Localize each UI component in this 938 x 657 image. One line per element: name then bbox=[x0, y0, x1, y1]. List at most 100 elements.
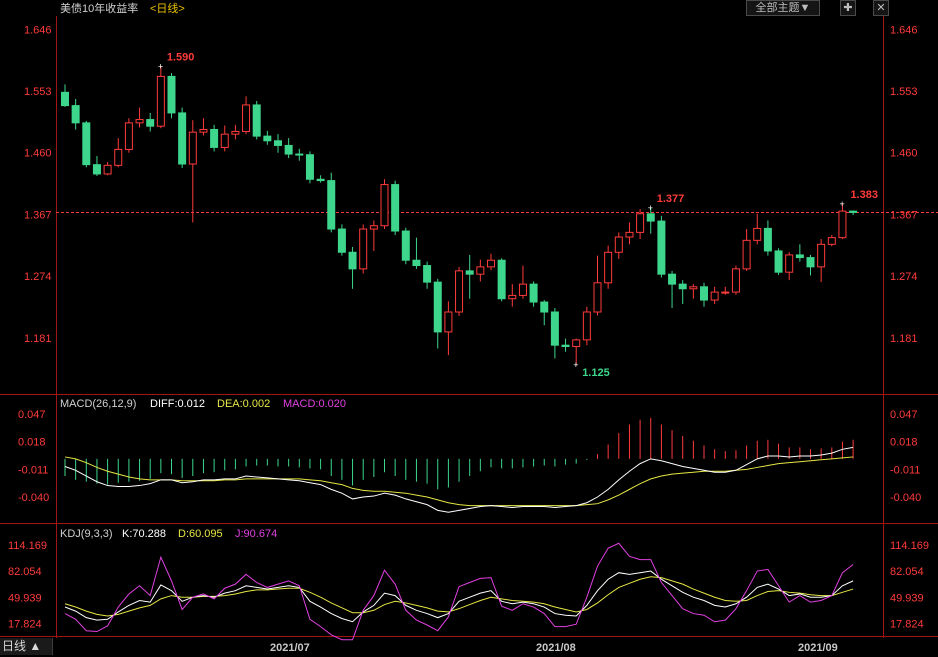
candle-body bbox=[774, 250, 783, 273]
candle-body bbox=[61, 91, 69, 107]
candle-body bbox=[593, 282, 602, 313]
candle-body bbox=[795, 254, 804, 259]
candle-body bbox=[678, 283, 687, 290]
candle-body bbox=[284, 144, 293, 155]
macd-tick-left: 0.018 bbox=[18, 437, 46, 449]
candle-body bbox=[156, 75, 165, 127]
candle-body bbox=[359, 228, 368, 270]
macd-series bbox=[64, 417, 854, 513]
candle-body bbox=[540, 301, 549, 313]
kdj-tick-right: 49.939 bbox=[890, 592, 924, 604]
candle-body bbox=[188, 131, 197, 165]
extreme-marker: + bbox=[648, 203, 653, 213]
macd-tick-right: -0.040 bbox=[890, 492, 921, 504]
candle-body bbox=[178, 112, 187, 165]
price-tick-right: 1.646 bbox=[890, 24, 918, 36]
extreme-marker: + bbox=[573, 360, 578, 370]
macd-tick-left: 0.047 bbox=[18, 409, 46, 421]
extreme-marker: + bbox=[839, 199, 844, 209]
candlestick-series bbox=[61, 66, 858, 366]
price-tick-left: 1.646 bbox=[24, 24, 52, 36]
candle-body bbox=[646, 213, 655, 222]
candle-body bbox=[508, 294, 517, 300]
macd-tick-right: 0.047 bbox=[890, 409, 918, 421]
price-tick-left: 1.553 bbox=[24, 86, 52, 98]
candle-body bbox=[668, 273, 677, 285]
price-tick-left: 1.181 bbox=[24, 333, 52, 345]
x-label-jul: 2021/07 bbox=[270, 642, 310, 654]
candle-body bbox=[636, 213, 645, 233]
candle-body bbox=[572, 339, 581, 348]
candle-body bbox=[274, 140, 282, 146]
candle-body bbox=[710, 291, 719, 301]
candle-body bbox=[348, 251, 357, 270]
candle-body bbox=[444, 311, 453, 333]
candle-body bbox=[401, 230, 410, 261]
candle-body bbox=[412, 259, 421, 267]
candle-body bbox=[497, 259, 506, 300]
candle-body bbox=[731, 268, 740, 293]
period-label[interactable]: <日线> bbox=[150, 1, 185, 15]
high-annotation-1: 1.590 bbox=[167, 51, 195, 63]
candle-body bbox=[337, 228, 346, 253]
candle-body bbox=[252, 104, 261, 137]
candle-body bbox=[529, 283, 538, 303]
candle-body bbox=[582, 311, 591, 341]
candle-body bbox=[625, 231, 634, 238]
candle-body bbox=[305, 154, 314, 180]
high-annotation-2: 1.377 bbox=[657, 193, 685, 205]
kdj-tick-right: 17.824 bbox=[890, 619, 924, 631]
candle-body bbox=[753, 227, 762, 241]
kdj-tick-left: 17.824 bbox=[8, 619, 42, 631]
chart-title: 美债10年收益率 bbox=[60, 1, 138, 15]
candle-body bbox=[838, 210, 847, 239]
candle-body bbox=[210, 129, 219, 148]
period-tab[interactable]: 日线 ▲ bbox=[0, 638, 53, 655]
x-label-sep: 2021/09 bbox=[798, 642, 838, 654]
candle-body bbox=[71, 105, 80, 124]
kdj-name: KDJ(9,3,3) bbox=[60, 528, 113, 540]
candle-body bbox=[263, 135, 272, 142]
candle-body bbox=[700, 286, 708, 301]
candle-body bbox=[146, 119, 155, 127]
extreme-marker: + bbox=[158, 61, 163, 71]
pin-icon[interactable]: ✚ bbox=[840, 0, 856, 16]
kdj-tick-left: 49.939 bbox=[8, 592, 42, 604]
price-tick-right: 1.553 bbox=[890, 86, 918, 98]
close-icon[interactable]: ✕ bbox=[873, 0, 889, 16]
candle-body bbox=[231, 130, 240, 135]
last-annotation: 1.383 bbox=[850, 189, 878, 201]
candle-body bbox=[220, 133, 229, 148]
kdj-tick-right: 114.169 bbox=[890, 540, 929, 552]
candle-body bbox=[689, 286, 698, 290]
candle-body bbox=[785, 254, 794, 273]
macd-diff-value: DIFF:0.012 bbox=[150, 398, 205, 410]
candle-body bbox=[380, 184, 389, 227]
candle-body bbox=[455, 270, 464, 313]
kdj-tick-left: 82.054 bbox=[8, 566, 42, 578]
x-label-aug: 2021/08 bbox=[536, 642, 576, 654]
macd-dea-value: DEA:0.002 bbox=[217, 398, 270, 410]
candle-body bbox=[476, 266, 485, 275]
price-axis: 1.646 1.646 1.553 1.553 1.460 1.460 1.367 1.367… bbox=[24, 24, 918, 345]
candle-body bbox=[849, 210, 858, 213]
candle-body bbox=[114, 148, 123, 166]
macd-name: MACD(26,12,9) bbox=[60, 398, 136, 410]
candle-body bbox=[295, 153, 304, 156]
macd-tick-right: -0.011 bbox=[890, 464, 920, 476]
candle-body bbox=[369, 225, 378, 230]
candle-body bbox=[721, 291, 730, 294]
candle-body bbox=[135, 119, 144, 124]
candle-body bbox=[433, 281, 442, 333]
chart-canvas[interactable]: 美债10年收益率 <日线> 1.646 1.6461.553 1.5531.460 1… bbox=[0, 0, 938, 657]
candle-body bbox=[316, 178, 325, 182]
candle-body bbox=[327, 180, 336, 230]
candle-body bbox=[561, 344, 570, 348]
price-tick-left: 1.274 bbox=[24, 271, 52, 283]
price-tick-right: 1.181 bbox=[890, 333, 918, 345]
price-tick-right: 1.367 bbox=[890, 209, 918, 221]
all-themes-button[interactable]: 全部主题▼ bbox=[746, 0, 820, 16]
macd-tick-left: -0.040 bbox=[18, 492, 49, 504]
candle-body bbox=[199, 129, 208, 133]
candle-body bbox=[82, 122, 91, 166]
